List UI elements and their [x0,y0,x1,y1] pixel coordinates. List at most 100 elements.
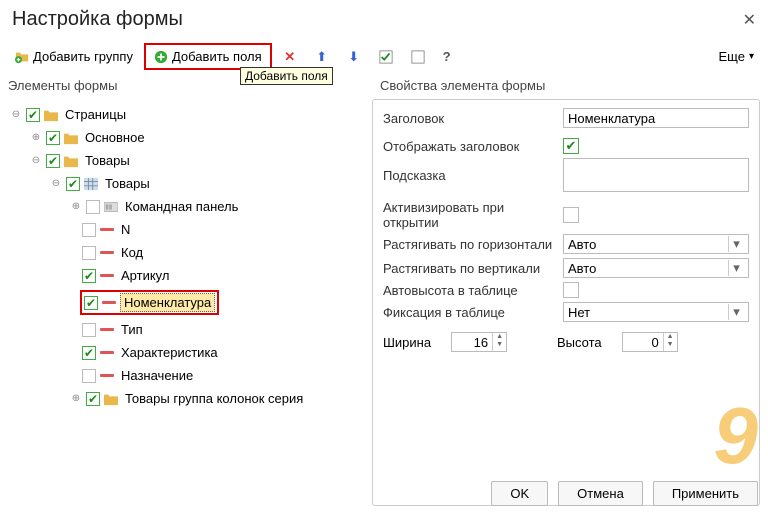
checkbox[interactable]: ✔ [82,346,96,360]
label-header: Заголовок [383,111,563,126]
label-autoheight: Автовысота в таблице [383,283,563,298]
move-up-button[interactable]: ⬆ [308,45,336,69]
tree-node-nomenclature[interactable]: ✔ Номенклатура [4,287,366,318]
label-stretch-v: Растягивать по вертикали [383,261,563,276]
square-icon [411,50,425,64]
checkbox[interactable]: ✔ [82,269,96,283]
show-header-checkbox[interactable]: ✔ [563,138,579,154]
tree-node-main[interactable]: ⊕ ✔ Основное [4,126,366,149]
chevron-down-icon: ▾ [749,51,754,62]
arrow-down-icon: ⬇ [347,50,361,64]
checkbox[interactable]: ✔ [46,131,60,145]
ok-button[interactable]: OK [491,481,548,506]
tree-node-cmd-panel[interactable]: ⊕ ✔ Командная панель [4,195,366,218]
minus-icon [100,274,114,277]
minus-icon [100,374,114,377]
label-stretch-h: Растягивать по горизонтали [383,237,563,252]
arrow-up-icon: ⬆ [315,50,329,64]
chevron-down-icon: ▾ [728,260,744,276]
properties-panel: Заголовок Отображать заголовок ✔ Подсказ… [372,99,760,506]
toolbar: Добавить группу Добавить поля Добавить п… [0,39,768,76]
label-activate: Активизировать при открытии [383,200,563,230]
minus-icon [100,228,114,231]
folder-plus-icon [15,50,29,64]
tree-node-code[interactable]: ✔ Код [4,241,366,264]
minus-icon [100,351,114,354]
minus-icon [102,301,116,304]
height-spinner[interactable]: ▲▼ [622,332,678,352]
window-title: Настройка формы [12,8,183,31]
checkbox[interactable]: ✔ [82,369,96,383]
checkbox[interactable]: ✔ [26,108,40,122]
activate-checkbox[interactable]: ✔ [563,207,579,223]
tree-node-purpose[interactable]: ✔ Назначение [4,364,366,387]
collapse-icon[interactable]: ⊖ [10,109,22,121]
more-button[interactable]: Еще ▾ [713,46,760,67]
autoheight-checkbox[interactable]: ✔ [563,282,579,298]
delete-button[interactable]: ✕ [276,45,304,69]
stretch-v-select[interactable]: Авто ▾ [563,258,749,278]
minus-icon [100,328,114,331]
checkbox[interactable]: ✔ [82,223,96,237]
height-input[interactable] [623,333,663,351]
header-input[interactable] [563,108,749,128]
plus-circle-icon [154,50,168,64]
check-all-button[interactable] [372,45,400,69]
tree-node-goods-table[interactable]: ⊖ ✔ Товары [4,172,366,195]
tree-node-n[interactable]: ✔ N [4,218,366,241]
toolbar-icon [104,200,118,214]
tree-node-characteristic[interactable]: ✔ Характеристика [4,341,366,364]
fixation-select[interactable]: Нет ▾ [563,302,749,322]
label-width: Ширина [383,335,431,350]
label-height: Высота [557,335,602,350]
spin-down-icon[interactable]: ▼ [493,341,506,349]
label-show-header: Отображать заголовок [383,139,563,154]
expand-icon[interactable]: ⊕ [70,201,82,213]
collapse-icon[interactable]: ⊖ [30,155,42,167]
tree-node-series-group[interactable]: ⊕ ✔ Товары группа колонок серия [4,387,366,410]
checkbox[interactable]: ✔ [86,200,100,214]
expand-icon[interactable]: ⊕ [70,393,82,405]
checkbox[interactable]: ✔ [82,246,96,260]
tree-node-goods[interactable]: ⊖ ✔ Товары [4,149,366,172]
width-input[interactable] [452,333,492,351]
table-icon [84,177,98,191]
spin-up-icon[interactable]: ▲ [664,333,677,341]
collapse-icon[interactable]: ⊖ [50,178,62,190]
tree-node-article[interactable]: ✔ Артикул [4,264,366,287]
width-spinner[interactable]: ▲▼ [451,332,507,352]
apply-button[interactable]: Применить [653,481,758,506]
dialog-footer: OK Отмена Применить [491,481,758,506]
check-square-icon [379,50,393,64]
stretch-h-select[interactable]: Авто ▾ [563,234,749,254]
add-fields-button[interactable]: Добавить поля [144,43,272,70]
close-icon[interactable]: ✕ [743,10,756,30]
tooltip: Добавить поля [240,67,333,85]
minus-icon [100,251,114,254]
label-hint: Подсказка [383,168,563,183]
add-group-button[interactable]: Добавить группу [8,44,140,69]
help-button[interactable]: ? [436,44,458,69]
form-elements-tree[interactable]: ⊖ ✔ Страницы ⊕ ✔ Основное ⊖ ✔ Товары ⊖ ✔ [0,99,366,506]
folder-icon [64,154,78,168]
checkbox[interactable]: ✔ [86,392,100,406]
expand-icon[interactable]: ⊕ [30,132,42,144]
spin-up-icon[interactable]: ▲ [493,333,506,341]
delete-x-icon: ✕ [283,50,297,64]
cancel-button[interactable]: Отмена [558,481,643,506]
checkbox[interactable]: ✔ [66,177,80,191]
hint-input[interactable] [563,158,749,192]
checkbox[interactable]: ✔ [84,296,98,310]
folder-icon [44,108,58,122]
folder-icon [64,131,78,145]
checkbox[interactable]: ✔ [82,323,96,337]
chevron-down-icon: ▾ [728,236,744,252]
label-fixation: Фиксация в таблице [383,305,563,320]
tree-node-pages[interactable]: ⊖ ✔ Страницы [4,103,366,126]
move-down-button[interactable]: ⬇ [340,45,368,69]
spin-down-icon[interactable]: ▼ [664,341,677,349]
right-panel-title: Свойства элемента формы [372,76,768,99]
tree-node-type[interactable]: ✔ Тип [4,318,366,341]
uncheck-all-button[interactable] [404,45,432,69]
checkbox[interactable]: ✔ [46,154,60,168]
